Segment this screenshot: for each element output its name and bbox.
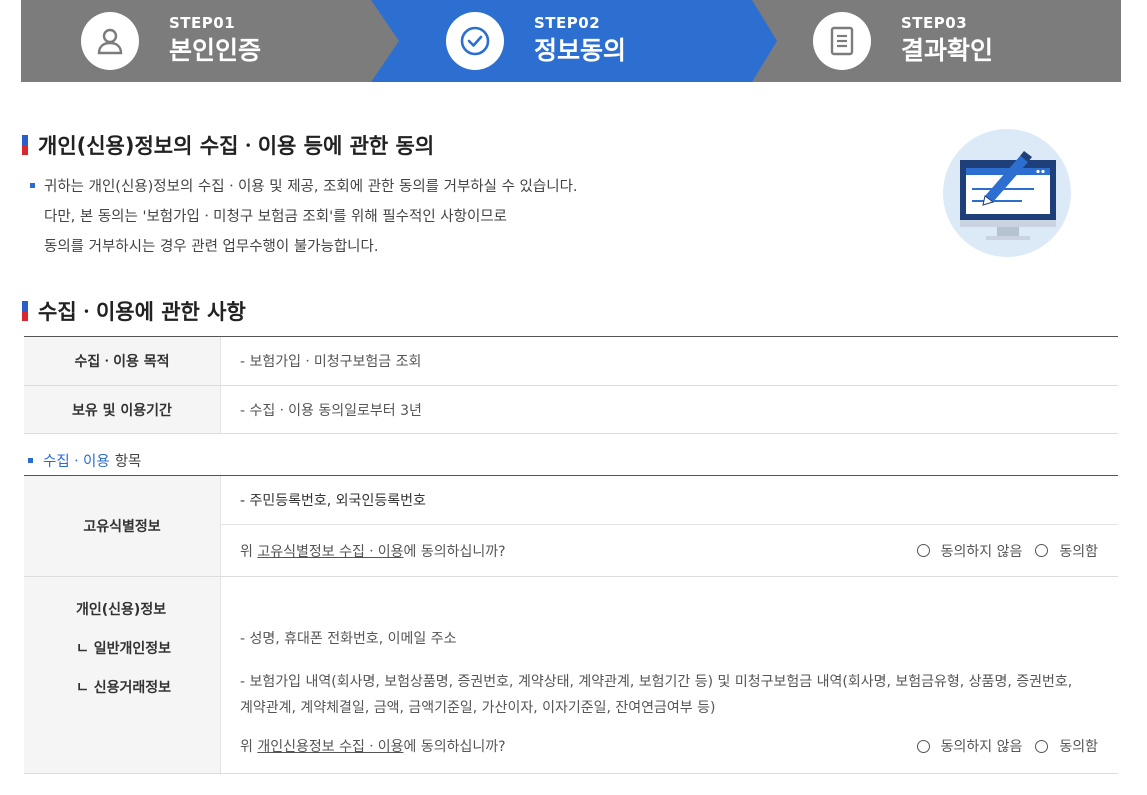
step-1-number: STEP01	[169, 14, 236, 32]
items-title-gray: 항목	[114, 454, 142, 470]
document-icon	[813, 12, 871, 70]
personal-consent-radios: 동의하지 않음 동의함	[904, 736, 1098, 756]
table-row: 고유식별정보 - 주민등록번호, 외국인등록번호 위 고유식별정보 수집ㆍ이용에…	[24, 476, 1118, 577]
radio-circle-icon[interactable]	[1035, 544, 1049, 557]
step-2-number: STEP02	[534, 14, 601, 32]
purpose-value: - 보험가입ㆍ미청구보험금 조회	[240, 354, 422, 370]
general-info-label: ㄴ 일반개인정보	[76, 641, 172, 657]
user-icon	[81, 12, 139, 70]
step-2-title: 정보동의	[534, 36, 627, 65]
retention-value: - 수집ㆍ이용 동의일로부터 3년	[240, 402, 422, 419]
consent-intro: 귀하는 개인(신용)정보의 수집ㆍ이용 및 제공, 조회에 관한 동의를 거부하…	[30, 172, 578, 262]
unique-disagree-radio[interactable]: 동의하지 않음	[916, 541, 1023, 561]
unique-q-link: 고유식별정보 수집ㆍ이용	[257, 543, 404, 560]
personal-q-link: 개인신용정보 수집ㆍ이용	[257, 739, 404, 755]
collection-title-text: 수집ㆍ이용에 관한 사항	[38, 300, 246, 324]
personal-agree-radio[interactable]: 동의함	[1035, 736, 1098, 756]
unique-info-value: - 주민등록번호, 외국인등록번호	[240, 493, 426, 509]
step-3-title: 결과확인	[901, 36, 994, 65]
step-1: STEP01 본인인증	[81, 0, 261, 82]
section-marker-icon	[22, 301, 28, 321]
bullet-icon	[30, 182, 35, 188]
intro-line-3: 동의를 거부하시는 경우 관련 업무수행이 불가능합니다.	[44, 239, 379, 255]
unique-q-suffix: 에 동의하십니까?	[403, 543, 506, 560]
agree-label: 동의함	[1059, 739, 1098, 755]
disagree-label: 동의하지 않음	[940, 739, 1023, 755]
collection-section-title: 수집ㆍ이용에 관한 사항	[22, 296, 246, 326]
step-3-number: STEP03	[901, 14, 968, 32]
items-subtitle: 수집ㆍ이용 항목	[28, 450, 141, 471]
intro-line-2: 다만, 본 동의는 '보험가입ㆍ미청구 보험금 조회'를 위해 필수적인 사항이…	[44, 209, 507, 225]
collection-table: 수집ㆍ이용 목적 - 보험가입ㆍ미청구보험금 조회 보유 및 이용기간 - 수집…	[24, 336, 1118, 434]
radio-circle-icon[interactable]	[916, 544, 930, 557]
unique-consent-question: 위 고유식별정보 수집ㆍ이용에 동의하십니까? 동의하지 않음 동의함	[221, 524, 1118, 576]
radio-circle-icon[interactable]	[1035, 739, 1049, 753]
retention-label: 보유 및 이용기간	[24, 386, 221, 433]
table-row: 개인(신용)정보 ㄴ 일반개인정보 ㄴ 신용거래정보 - 성명, 휴대폰 전화번…	[24, 577, 1118, 774]
step-2: STEP02 정보동의	[446, 0, 626, 82]
unique-q-prefix: 위	[240, 543, 258, 560]
unique-agree-radio[interactable]: 동의함	[1035, 541, 1098, 561]
credit-info-value-2: 계약관계, 계약체결일, 금액, 금액기준일, 가산이자, 이자기준일, 잔여연…	[240, 700, 716, 716]
general-info-value: - 성명, 휴대폰 전화번호, 이메일 주소	[240, 631, 457, 647]
bullet-icon	[28, 458, 33, 463]
credit-info-label: ㄴ 신용거래정보	[76, 680, 172, 696]
unique-info-label: 고유식별정보	[24, 476, 221, 576]
monitor-pen-illustration	[942, 128, 1072, 258]
consent-title-text: 개인(신용)정보의 수집ㆍ이용 등에 관한 동의	[38, 134, 435, 158]
personal-info-label-cell: 개인(신용)정보 ㄴ 일반개인정보 ㄴ 신용거래정보	[24, 577, 221, 773]
radio-circle-icon[interactable]	[916, 739, 930, 753]
personal-disagree-radio[interactable]: 동의하지 않음	[916, 736, 1023, 756]
unique-consent-radios: 동의하지 않음 동의함	[904, 541, 1098, 561]
personal-q-prefix: 위	[240, 739, 258, 755]
personal-info-label: 개인(신용)정보	[76, 602, 167, 618]
items-title-blue: 수집ㆍ이용	[43, 454, 110, 470]
disagree-label: 동의하지 않음	[940, 543, 1023, 560]
consent-section-title: 개인(신용)정보의 수집ㆍ이용 등에 관한 동의	[22, 130, 434, 160]
items-table: 고유식별정보 - 주민등록번호, 외국인등록번호 위 고유식별정보 수집ㆍ이용에…	[24, 475, 1118, 774]
step-1-title: 본인인증	[169, 36, 262, 65]
table-row: 수집ㆍ이용 목적 - 보험가입ㆍ미청구보험금 조회	[24, 337, 1118, 386]
credit-info-value-1: - 보험가입 내역(회사명, 보험상품명, 증권번호, 계약상태, 계약관계, …	[240, 674, 1073, 690]
intro-line-1: 귀하는 개인(신용)정보의 수집ㆍ이용 및 제공, 조회에 관한 동의를 거부하…	[44, 179, 578, 195]
agree-label: 동의함	[1059, 543, 1098, 560]
purpose-label: 수집ㆍ이용 목적	[24, 337, 221, 385]
table-row: 보유 및 이용기간 - 수집ㆍ이용 동의일로부터 3년	[24, 386, 1118, 434]
step-progress-bar: STEP01 본인인증 STEP02 정보동의 STEP03 결과확인	[21, 0, 1121, 82]
personal-consent-question: 위 개인신용정보 수집ㆍ이용에 동의하십니까? 동의하지 않음 동의함	[240, 734, 1118, 758]
personal-q-suffix: 에 동의하십니까?	[403, 739, 506, 755]
step-3: STEP03 결과확인	[813, 0, 993, 82]
check-circle-icon	[446, 12, 504, 70]
section-marker-icon	[22, 135, 28, 155]
